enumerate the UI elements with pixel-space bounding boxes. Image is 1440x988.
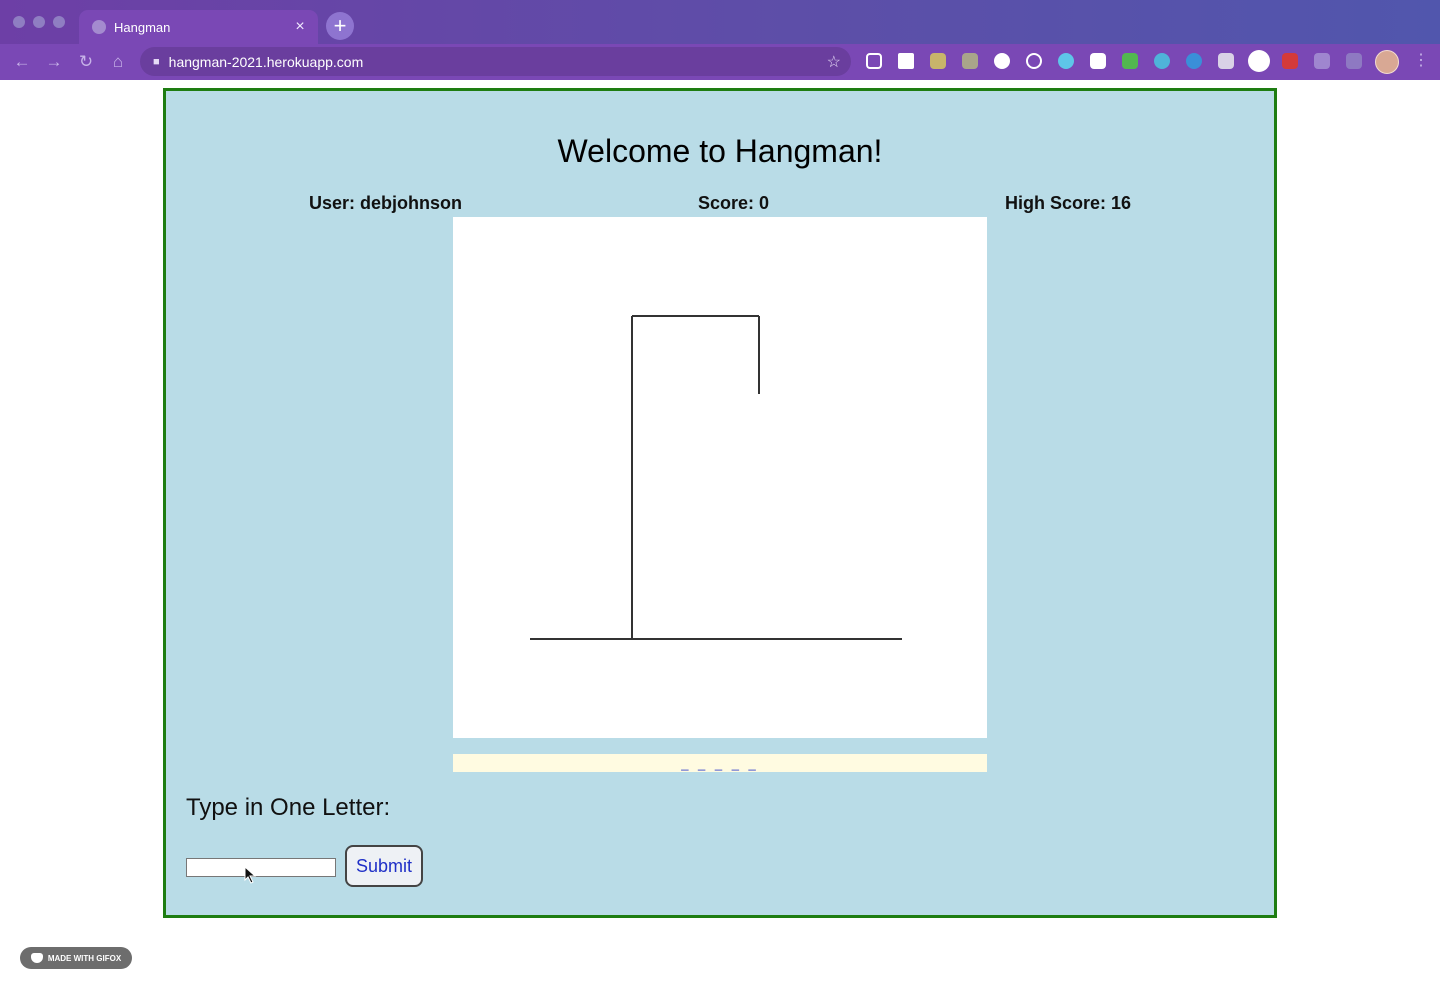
new-tab-button[interactable]: + [326,12,354,40]
close-icon[interactable]: × [290,18,310,36]
square-icon[interactable] [1090,53,1106,69]
hangman-canvas [453,217,987,738]
playlist-icon[interactable] [1346,53,1362,69]
lock-icon: ■ [153,55,160,68]
bookmark-icon[interactable] [1218,53,1234,69]
window-close-dot[interactable] [13,16,25,28]
globe-icon [92,20,106,34]
circle-icon[interactable] [994,53,1010,69]
pocket-icon[interactable] [866,53,882,69]
high-score-label: High Score: 16 [1005,193,1132,213]
back-arrow-icon[interactable]: ← [12,52,32,72]
password-icon[interactable] [1282,53,1298,69]
window-minimize-dot[interactable] [33,16,45,28]
watermark-text: MADE WITH GIFOX [47,953,122,963]
tab-title: Hangman [114,19,171,35]
gifox-watermark: MADE WITH GIFOX [20,947,132,969]
url-text: hangman-2021.herokuapp.com [168,53,364,70]
browser-chrome: Hangman × + ← → ↻ ⌂ ■ hangman-2021.herok… [0,0,1440,80]
cors-icon[interactable] [1122,53,1138,69]
gifox-logo-icon [30,953,43,963]
tab-hangman[interactable]: Hangman × [79,10,318,44]
menu-icon[interactable]: ⋮ [1413,50,1429,70]
compass-icon[interactable] [1186,53,1202,69]
letter-input[interactable] [186,858,336,877]
plus-icon[interactable] [898,53,914,69]
reload-icon[interactable]: ↻ [76,52,96,72]
game-container: Welcome to Hangman! User: debjohnson Sco… [163,88,1277,918]
pinterest-icon[interactable] [1248,50,1270,72]
page-title: Welcome to Hangman! [557,133,883,169]
gallows-drawing [530,315,902,640]
bookmark-star-icon[interactable]: ☆ [827,52,841,72]
user-label: User: debjohnson [309,193,463,213]
word-display: _ _ _ _ _ [453,754,987,772]
home-icon[interactable]: ⌂ [108,52,128,72]
address-bar[interactable]: ■ hangman-2021.herokuapp.com ☆ [140,47,851,76]
avatar[interactable] [1375,50,1399,74]
target-icon[interactable] [1026,53,1042,69]
submit-button[interactable]: Submit [345,845,423,887]
extensions-icon[interactable] [1314,53,1330,69]
score-label: Score: 0 [698,193,770,213]
battery-icon[interactable] [962,53,978,69]
puzzle-icon[interactable] [930,53,946,69]
mouse-cursor-icon [244,866,257,884]
m-icon[interactable] [1154,53,1170,69]
window-zoom-dot[interactable] [53,16,65,28]
forward-arrow-icon[interactable]: → [44,52,64,72]
react-icon[interactable] [1058,53,1074,69]
letter-prompt: Type in One Letter: [186,794,391,821]
